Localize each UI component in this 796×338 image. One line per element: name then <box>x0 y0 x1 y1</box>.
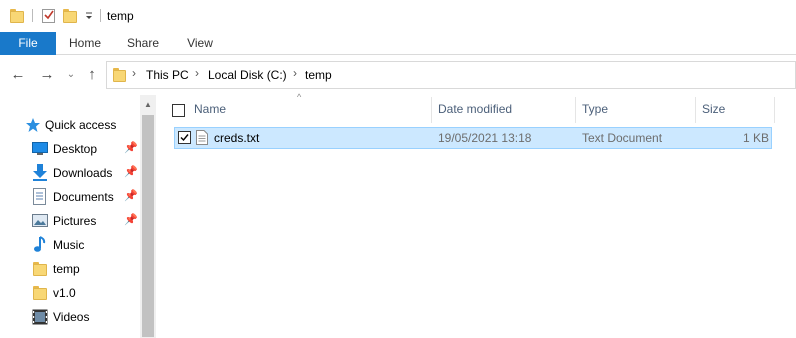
breadcrumb-separator[interactable]: › <box>195 66 199 80</box>
window-title: temp <box>107 9 134 23</box>
column-header-row: ^ Name Date modified Type Size <box>160 92 796 123</box>
divider <box>100 9 101 22</box>
file-size: 1 KB <box>743 131 770 145</box>
file-type: Text Document <box>582 131 663 145</box>
nav-label: Documents <box>53 190 114 204</box>
nav-item-pictures[interactable]: Pictures 📌 <box>0 209 140 233</box>
sort-caret-icon: ^ <box>297 92 302 102</box>
file-row[interactable]: creds.txt 19/05/2021 13:18 Text Document… <box>174 127 772 149</box>
tab-share[interactable]: Share <box>118 32 168 55</box>
music-icon <box>34 236 46 253</box>
properties-icon[interactable] <box>42 8 56 23</box>
videos-icon <box>32 309 48 325</box>
nav-label: Desktop <box>53 142 98 156</box>
documents-icon <box>33 188 46 205</box>
column-size[interactable]: Size <box>702 102 725 116</box>
address-bar[interactable]: › This PC › Local Disk (C:) › temp <box>106 61 796 89</box>
nav-label: Music <box>53 238 85 252</box>
column-divider[interactable] <box>431 97 432 123</box>
title-bar: temp <box>0 0 796 32</box>
nav-item-documents[interactable]: Documents 📌 <box>0 185 140 209</box>
nav-label: Pictures <box>53 214 97 228</box>
divider <box>32 9 33 22</box>
pin-icon[interactable]: 📌 <box>124 213 138 226</box>
pin-icon[interactable]: 📌 <box>124 165 138 178</box>
row-checkbox[interactable] <box>178 131 191 144</box>
pin-icon[interactable]: 📌 <box>124 189 138 202</box>
nav-item-downloads[interactable]: Downloads 📌 <box>0 161 140 185</box>
tab-view[interactable]: View <box>176 32 224 55</box>
tab-file[interactable]: File <box>0 32 56 55</box>
select-all-checkbox[interactable] <box>172 104 185 117</box>
column-type[interactable]: Type <box>582 102 608 116</box>
folder-icon <box>33 262 47 276</box>
pin-icon[interactable]: 📌 <box>124 141 138 154</box>
scroll-up-arrow[interactable]: ▲ <box>140 97 156 113</box>
ribbon-tabs: File Home Share View <box>0 32 796 55</box>
navigation-pane: Quick access Desktop 📌 Downloads 📌 Docum… <box>0 95 156 338</box>
nav-label: temp <box>53 262 80 276</box>
nav-label: v1.0 <box>53 286 76 300</box>
file-name: creds.txt <box>214 131 260 145</box>
address-row: ← → ⌄ ↑ › This PC › Local Disk (C:) › te… <box>0 55 796 95</box>
nav-item-v1-0[interactable]: v1.0 <box>0 281 140 305</box>
breadcrumb-separator[interactable]: › <box>132 66 136 80</box>
recent-locations-button[interactable]: ⌄ <box>62 65 80 85</box>
nav-item-music[interactable]: Music <box>0 233 140 257</box>
star-icon <box>25 117 41 133</box>
column-divider[interactable] <box>774 97 775 123</box>
nav-label: Downloads <box>53 166 113 180</box>
breadcrumb-local-disk[interactable]: Local Disk (C:) <box>208 68 287 82</box>
back-button[interactable]: ← <box>9 65 27 85</box>
folder-icon <box>33 286 47 300</box>
customize-qat-icon[interactable] <box>84 10 94 22</box>
breadcrumb-separator[interactable]: › <box>293 66 297 80</box>
nav-item-videos[interactable]: Videos <box>0 305 140 329</box>
desktop-icon <box>32 142 48 156</box>
up-button[interactable]: ↑ <box>83 65 101 85</box>
nav-label: Quick access <box>45 118 117 132</box>
downloads-icon <box>33 164 47 181</box>
file-list: ^ Name Date modified Type Size creds.txt… <box>160 92 796 338</box>
new-folder-icon[interactable] <box>63 9 77 23</box>
scroll-thumb[interactable] <box>142 115 154 337</box>
column-divider[interactable] <box>575 97 576 123</box>
folder-icon[interactable] <box>10 9 24 23</box>
breadcrumb-this-pc[interactable]: This PC <box>146 68 189 82</box>
nav-item-temp[interactable]: temp <box>0 257 140 281</box>
column-divider[interactable] <box>695 97 696 123</box>
nav-label: Videos <box>53 310 90 324</box>
file-date-modified: 19/05/2021 13:18 <box>438 131 532 145</box>
column-date-modified[interactable]: Date modified <box>438 102 512 116</box>
nav-quick-access[interactable]: Quick access <box>0 113 140 137</box>
nav-item-desktop[interactable]: Desktop 📌 <box>0 137 140 161</box>
breadcrumb-temp[interactable]: temp <box>305 68 332 82</box>
column-name[interactable]: Name <box>194 102 226 116</box>
folder-icon <box>113 68 126 82</box>
text-file-icon <box>196 130 208 145</box>
forward-button[interactable]: → <box>38 65 56 85</box>
tab-home[interactable]: Home <box>60 32 110 55</box>
pictures-icon <box>32 214 48 227</box>
